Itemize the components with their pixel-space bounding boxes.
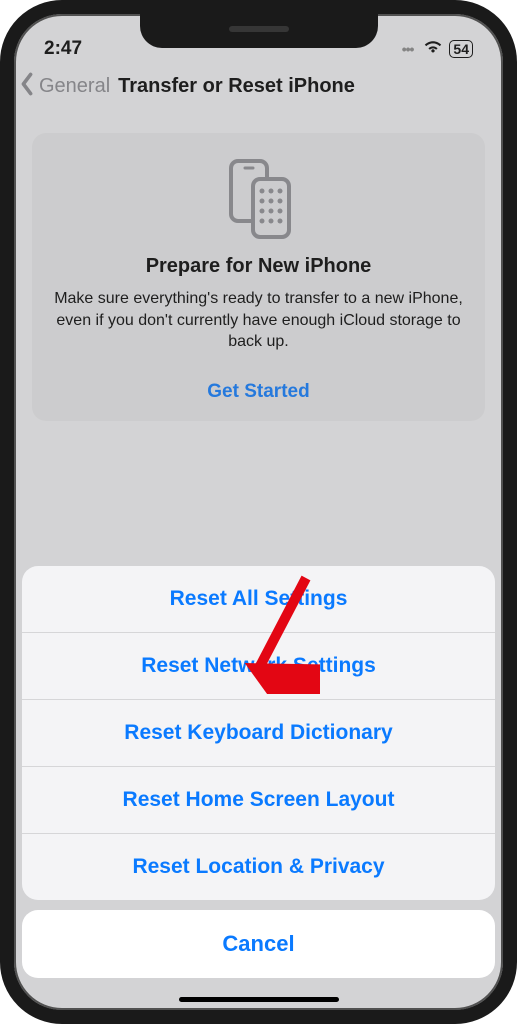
action-sheet-group: Reset All Settings Reset Network Setting…	[22, 566, 495, 900]
reset-home-screen-layout-button[interactable]: Reset Home Screen Layout	[22, 766, 495, 833]
device-frame: 2:47 ••• 54 General Transfer or Reset iP…	[0, 0, 517, 1024]
notch	[140, 14, 378, 48]
cancel-button[interactable]: Cancel	[22, 910, 495, 978]
reset-all-settings-button[interactable]: Reset All Settings	[22, 566, 495, 632]
reset-location-privacy-button[interactable]: Reset Location & Privacy	[22, 833, 495, 900]
home-indicator[interactable]	[179, 997, 339, 1002]
reset-keyboard-dictionary-button[interactable]: Reset Keyboard Dictionary	[22, 699, 495, 766]
action-sheet: Reset All Settings Reset Network Setting…	[22, 566, 495, 978]
reset-network-settings-button[interactable]: Reset Network Settings	[22, 632, 495, 699]
